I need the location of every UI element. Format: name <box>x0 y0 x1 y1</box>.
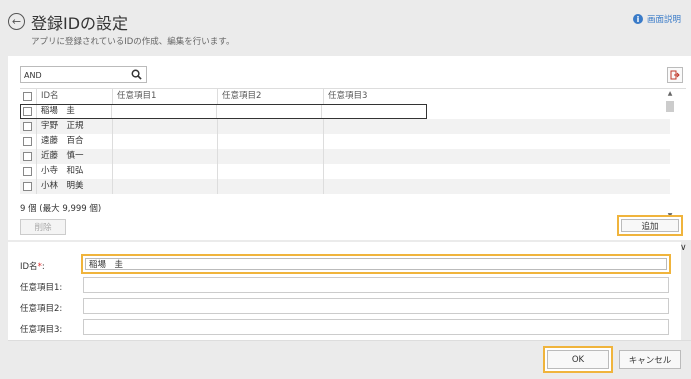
scroll-thumb[interactable] <box>666 101 674 112</box>
add-button-highlight: 追加 <box>617 215 683 236</box>
column-header-field3[interactable]: 任意項目3 <box>324 89 430 104</box>
table-row[interactable]: 近藤 慎一 <box>20 149 670 164</box>
table-row[interactable]: 小寺 和弘 <box>20 164 670 179</box>
page-title: 登録IDの設定 <box>31 14 129 33</box>
field3-label: 任意項目3: <box>20 325 63 335</box>
search-input[interactable] <box>24 69 124 81</box>
back-arrow-icon[interactable]: ← <box>8 13 25 30</box>
field3-input[interactable] <box>83 319 669 335</box>
cell-id-name: 近藤 慎一 <box>37 149 113 164</box>
cell-id-name: 遠藤 百合 <box>37 134 113 149</box>
column-header-field2[interactable]: 任意項目2 <box>218 89 324 104</box>
ok-button-highlight: OK <box>543 346 613 373</box>
cell-id-name: 稲場 圭 <box>37 104 113 119</box>
row-checkbox[interactable] <box>23 107 32 116</box>
field1-label: 任意項目1: <box>20 283 63 293</box>
page-header: ← 登録IDの設定 アプリに登録されているIDの作成、編集を行います。 i 画面… <box>0 0 691 56</box>
id-name-field[interactable]: 稲場 圭 <box>85 258 667 270</box>
cell-id-name: 小寺 和弘 <box>37 164 113 179</box>
info-icon: i <box>632 14 643 24</box>
cell-field1 <box>113 164 218 179</box>
cell-id-name: 宇野 正規 <box>37 119 113 134</box>
row-checkbox[interactable] <box>23 122 32 131</box>
page-subtitle: アプリに登録されているIDの作成、編集を行います。 <box>31 37 235 47</box>
cell-field1 <box>113 134 218 149</box>
field2-label: 任意項目2: <box>20 304 63 314</box>
cell-field1 <box>113 149 218 164</box>
delete-button[interactable]: 削除 <box>20 219 66 235</box>
row-checkbox[interactable] <box>23 152 32 161</box>
cell-field3 <box>324 149 430 164</box>
row-checkbox[interactable] <box>23 137 32 146</box>
cell-field2 <box>218 164 324 179</box>
search-box[interactable] <box>20 66 147 83</box>
cell-field2 <box>218 149 324 164</box>
export-button[interactable] <box>667 67 683 83</box>
cell-field1 <box>113 179 218 194</box>
cell-field1 <box>113 119 218 134</box>
cancel-button[interactable]: キャンセル <box>619 350 681 369</box>
ok-button[interactable]: OK <box>547 350 609 369</box>
id-edit-form: ID名*: 稲場 圭 任意項目1: 任意項目2: 任意項目3: <box>8 242 681 340</box>
row-checkbox[interactable] <box>23 182 32 191</box>
cell-field2 <box>218 134 324 149</box>
table-scrollbar[interactable]: ▲ ▼ <box>665 88 675 222</box>
column-header-id[interactable]: ID名 <box>37 89 113 104</box>
id-name-label: ID名*: <box>20 262 45 272</box>
cell-field2 <box>217 104 322 119</box>
row-checkbox[interactable] <box>23 167 32 176</box>
field2-input[interactable] <box>83 298 669 314</box>
help-link[interactable]: i 画面説明 <box>632 13 681 25</box>
column-header-field1[interactable]: 任意項目1 <box>113 89 218 104</box>
export-icon <box>670 70 680 80</box>
footer-divider <box>8 340 691 341</box>
cell-field3 <box>324 119 430 134</box>
table-row[interactable]: 宇野 正規 <box>20 119 670 134</box>
cell-id-name: 小林 明美 <box>37 179 113 194</box>
id-table: ID名 任意項目1 任意項目2 任意項目3 稲場 圭 宇野 正規 遠藤 百合 近… <box>20 88 686 222</box>
help-label: 画面説明 <box>646 15 681 25</box>
cell-field2 <box>218 179 324 194</box>
table-row[interactable]: 遠藤 百合 <box>20 134 670 149</box>
search-icon[interactable] <box>131 69 142 80</box>
id-count-label: 9 個 (最大 9,999 個) <box>20 204 102 214</box>
cell-field3 <box>322 104 427 119</box>
scroll-up-icon[interactable]: ▲ <box>665 90 675 98</box>
cell-field3 <box>324 179 430 194</box>
add-button[interactable]: 追加 <box>621 219 679 232</box>
table-header-row: ID名 任意項目1 任意項目2 任意項目3 <box>20 89 670 104</box>
cell-field3 <box>324 164 430 179</box>
cell-field3 <box>324 134 430 149</box>
select-all-checkbox[interactable] <box>23 92 32 101</box>
cell-field2 <box>218 119 324 134</box>
id-list-panel: ID名 任意項目1 任意項目2 任意項目3 稲場 圭 宇野 正規 遠藤 百合 <box>8 56 691 240</box>
id-name-field-highlight: 稲場 圭 <box>81 254 671 274</box>
table-row[interactable]: 小林 明美 <box>20 179 670 194</box>
table-row[interactable]: 稲場 圭 <box>20 104 427 119</box>
field1-input[interactable] <box>83 277 669 293</box>
cell-field1 <box>112 104 217 119</box>
